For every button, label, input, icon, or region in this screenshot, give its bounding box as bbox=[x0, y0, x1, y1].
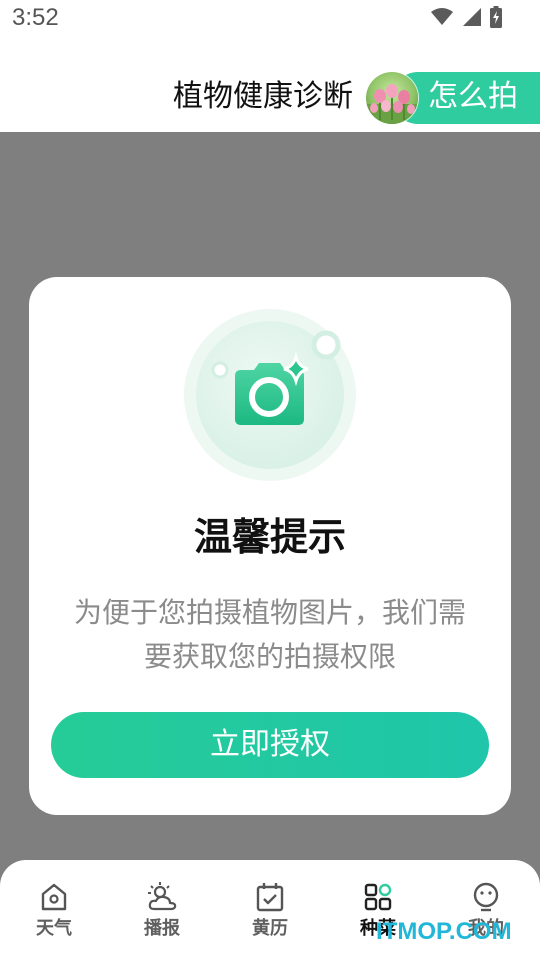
tab-weather-label: 天气 bbox=[36, 918, 72, 939]
status-icons bbox=[430, 6, 502, 28]
signal-icon bbox=[462, 7, 482, 27]
camera-sparkle-icon bbox=[184, 307, 356, 485]
home-icon bbox=[40, 882, 68, 912]
page-title: 植物健康诊断 bbox=[173, 79, 353, 114]
tab-almanac-label: 黄历 bbox=[252, 918, 288, 939]
tab-broadcast[interactable]: 播报 bbox=[122, 882, 202, 952]
app-header: 植物健康诊断 怎么拍 bbox=[0, 40, 540, 132]
dialog-message-line2: 要获取您的拍摄权限 bbox=[143, 640, 396, 673]
status-time: 3:52 bbox=[12, 4, 59, 31]
grid-apps-icon bbox=[364, 882, 392, 912]
tab-almanac[interactable]: 黄历 bbox=[230, 882, 310, 952]
permission-dialog: 温馨提示 为便于您拍摄植物图片，我们需 要获取您的拍摄权限 立即授权 bbox=[29, 277, 511, 815]
app-screen: 3:52 植物健康诊断 怎么拍 温馨提示 为便于您拍摄植物图片，我们需 要获取您… bbox=[0, 0, 540, 960]
tab-weather[interactable]: 天气 bbox=[14, 882, 94, 952]
dialog-message: 为便于您拍摄植物图片，我们需 要获取您的拍摄权限 bbox=[45, 591, 495, 679]
profile-face-icon bbox=[472, 882, 500, 912]
flower-photo-thumbnail[interactable] bbox=[366, 72, 418, 124]
calendar-check-icon bbox=[256, 882, 284, 912]
how-to-shoot-label: 怎么拍 bbox=[428, 79, 518, 114]
dialog-title: 温馨提示 bbox=[193, 515, 346, 559]
authorize-button-label: 立即授权 bbox=[210, 727, 330, 762]
tab-broadcast-label: 播报 bbox=[144, 918, 180, 939]
status-bar: 3:52 bbox=[0, 0, 540, 40]
site-watermark: ITMOP.COM bbox=[376, 918, 512, 945]
partly-cloudy-icon bbox=[148, 882, 177, 912]
dialog-message-line1: 为便于您拍摄植物图片，我们需 bbox=[73, 596, 466, 629]
wifi-icon bbox=[430, 7, 454, 27]
battery-charging-icon bbox=[490, 6, 502, 28]
authorize-button[interactable]: 立即授权 bbox=[51, 712, 489, 778]
